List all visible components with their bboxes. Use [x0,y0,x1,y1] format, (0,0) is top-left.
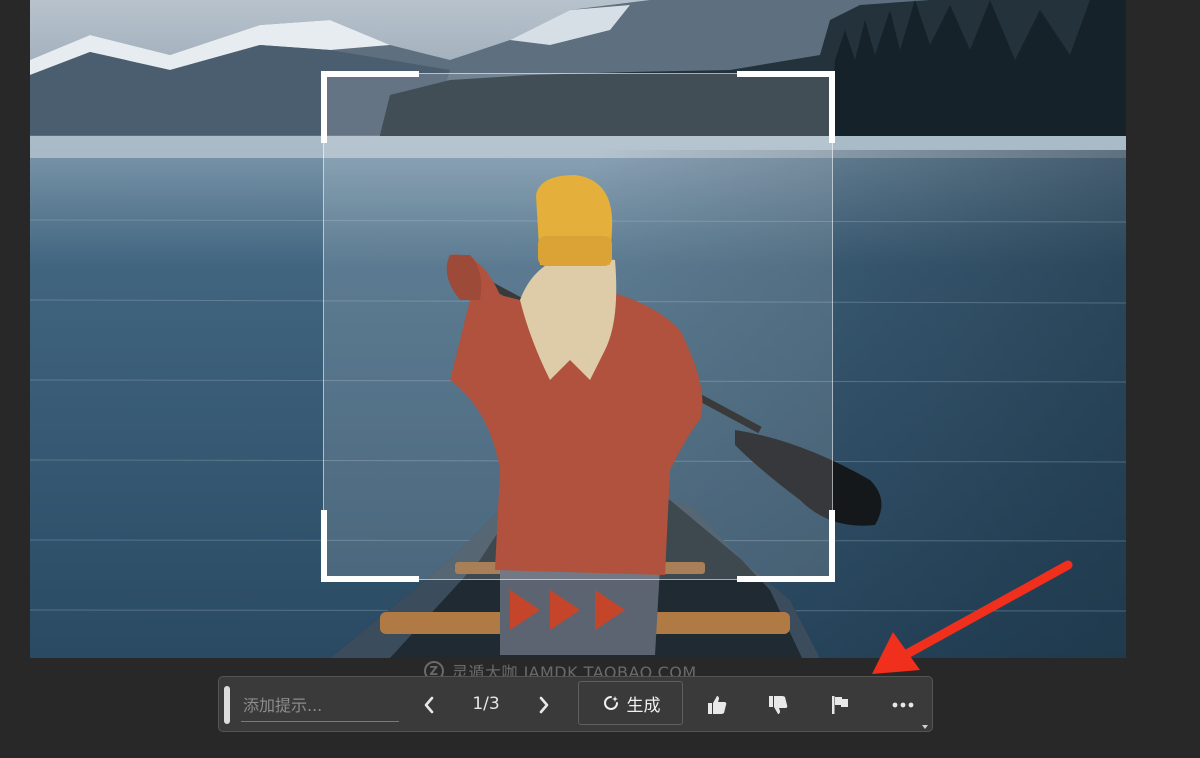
chevron-left-icon [424,696,434,714]
prompt-input[interactable] [241,689,399,722]
generate-label: 生成 [626,695,661,716]
selection-handle-top-left[interactable] [321,71,419,143]
variation-counter: 1/3 [472,694,500,714]
selection-handle-bottom-left[interactable] [321,510,419,582]
contextual-taskbar: 1/3 生成 [218,676,933,732]
thumbs-up-icon [708,696,727,714]
previous-variation-button[interactable] [414,685,444,725]
thumbs-down-icon [769,696,788,714]
generate-button[interactable]: 生成 [578,681,683,725]
like-button[interactable] [702,685,732,725]
selection-handle-bottom-right[interactable] [737,510,835,582]
generative-fill-selection[interactable] [321,71,835,582]
selection-handle-top-right[interactable] [737,71,835,143]
canvas-image[interactable] [30,0,1126,658]
more-options-button[interactable] [887,685,919,725]
sparkle-refresh-icon [603,696,618,710]
dislike-button[interactable] [763,685,793,725]
more-options-caret-icon [922,725,928,729]
flag-icon [832,696,848,714]
report-button[interactable] [825,685,855,725]
next-variation-button[interactable] [529,685,559,725]
taskbar-drag-handle[interactable] [224,686,230,724]
ellipsis-icon [892,702,914,708]
chevron-right-icon [539,696,549,714]
